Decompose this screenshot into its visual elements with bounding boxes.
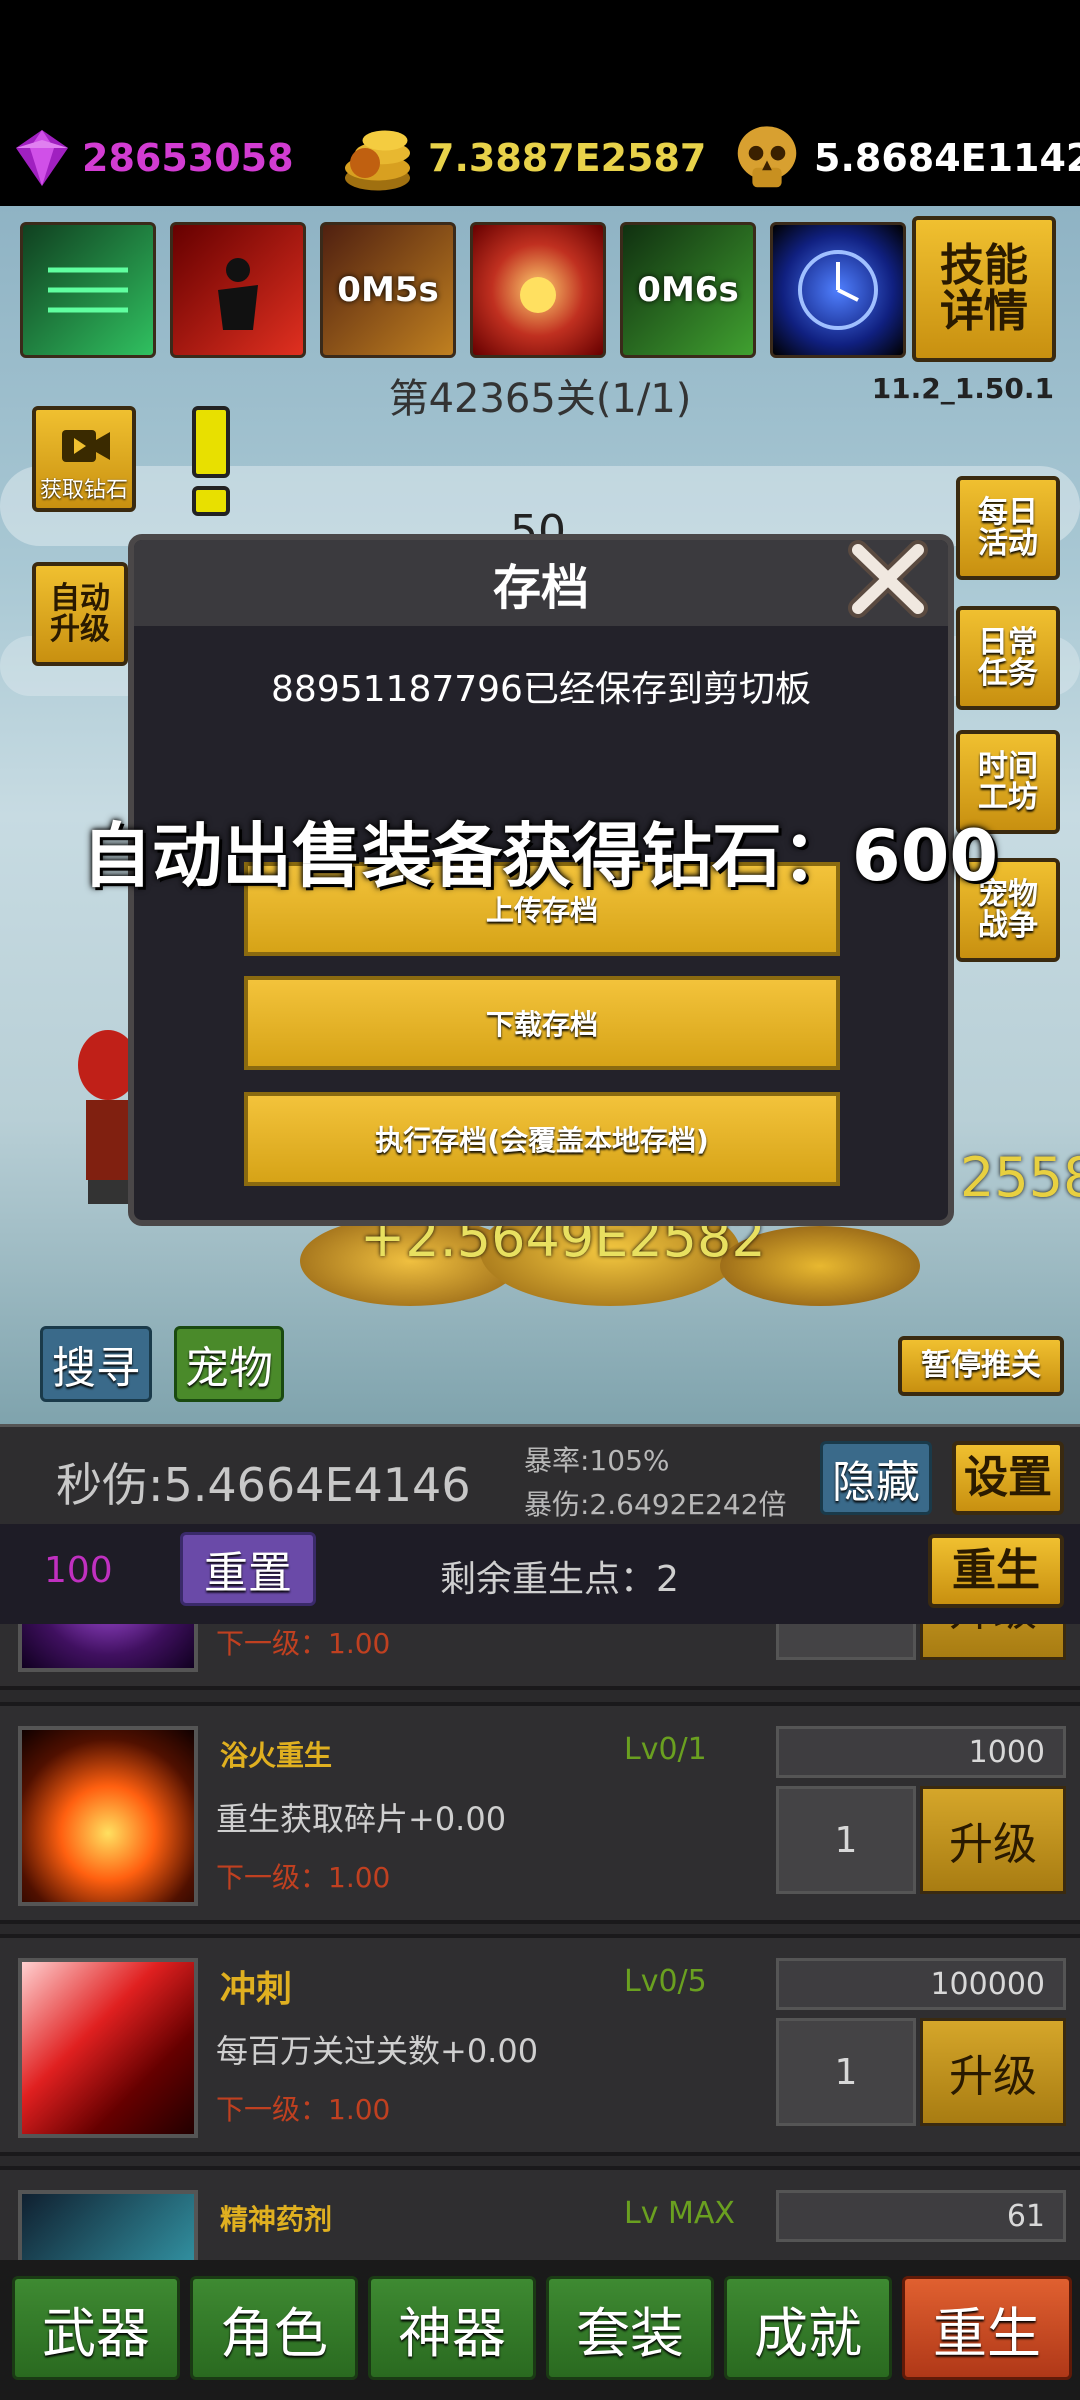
daily-task-button[interactable]: 日常 任务 xyxy=(956,606,1060,710)
dialog-title: 存档 xyxy=(134,540,948,626)
get-gems-button[interactable]: 获取钻石 xyxy=(32,406,136,512)
tab-weapons[interactable]: 武器 xyxy=(12,2276,180,2380)
item-cost: 100000 xyxy=(776,1958,1066,2010)
item-image xyxy=(18,1624,198,1672)
list-item: 浴火重生 Lv0/1 重生获取碎片+0.00 下一级：1.00 1000 1 升… xyxy=(0,1702,1080,1924)
item-name: 浴火重生 xyxy=(220,1739,333,1772)
gem-amount: 28653058 xyxy=(82,136,294,180)
skill-slot-fire-body[interactable] xyxy=(470,222,606,358)
next-level-label: 下一级：1.00 xyxy=(216,1861,391,1894)
upgrade-button[interactable]: 升级 xyxy=(920,1786,1066,1894)
item-cost: 1000 xyxy=(776,1726,1066,1778)
video-camera-icon xyxy=(62,430,110,462)
list-item: 冲刺 Lv0/5 每百万关过关数+0.00 下一级：1.00 100000 1 … xyxy=(0,1934,1080,2156)
gem-counter: 28653058 xyxy=(10,130,294,186)
remaining-points: 剩余重生点：2 xyxy=(440,1559,679,1600)
skill-timer: 0M5s xyxy=(337,270,439,310)
item-description: 重生获取碎片+0.00 xyxy=(216,1800,507,1838)
skill-timer: 0M6s xyxy=(637,270,739,310)
skill-slot-bow[interactable]: 0M6s xyxy=(620,222,756,358)
tab-achievements[interactable]: 成就 xyxy=(724,2276,892,2380)
item-level: Lv0/5 xyxy=(624,1964,707,1999)
gold-counter: 7.3887E2587 xyxy=(340,130,707,191)
stats-bar: 秒伤:5.4664E4146 暴率:105% 暴伤:2.6492E242倍 隐藏… xyxy=(0,1424,1080,1524)
list-item: 精神药剂 Lv MAX 61 xyxy=(0,2166,1080,2260)
exclamation-icon xyxy=(186,406,236,516)
phoenix-rebirth-image xyxy=(18,1726,198,1906)
pause-push-button[interactable]: 暂停推关 xyxy=(898,1336,1064,1396)
auto-upgrade-button[interactable]: 自动 升级 xyxy=(32,562,128,666)
upgrade-button[interactable]: 升级 xyxy=(920,1624,1066,1660)
settings-button[interactable]: 设置 xyxy=(952,1441,1064,1515)
gold-amount: 7.3887E2587 xyxy=(428,136,707,180)
tab-character[interactable]: 角色 xyxy=(190,2276,358,2380)
tab-artifacts[interactable]: 神器 xyxy=(368,2276,536,2380)
tab-sets[interactable]: 套装 xyxy=(546,2276,714,2380)
spirit-potion-image xyxy=(18,2190,198,2260)
skill-slot-stars[interactable]: 0M5s xyxy=(320,222,456,358)
reborn-button[interactable]: 重生 xyxy=(928,1534,1064,1608)
bottom-nav: 武器 角色 神器 套装 成就 重生 xyxy=(0,2260,1080,2400)
skill-slot-arrows[interactable] xyxy=(20,222,156,358)
toast-message: 自动出售装备获得钻石：600 xyxy=(81,815,999,897)
reborn-bar: 100 重置 剩余重生点：2 重生 xyxy=(0,1524,1080,1624)
dps-label: 秒伤:5.4664E4146 xyxy=(56,1458,471,1512)
reset-button[interactable]: 重置 xyxy=(180,1532,316,1606)
skill-detail-button[interactable]: 技能 详情 xyxy=(912,216,1056,362)
item-cost: 61 xyxy=(776,2190,1066,2242)
skull-amount: 5.8684E1142 xyxy=(814,136,1080,180)
item-level: Lv0/1 xyxy=(624,1732,707,1767)
close-icon xyxy=(848,540,928,618)
next-level-label: 下一级：1.00 xyxy=(216,2093,391,2126)
crit-rate-label: 暴率:105% xyxy=(524,1444,670,1477)
skull-counter: 5.8684E1142 xyxy=(728,126,1080,188)
dialog-message: 88951187796已经保存到剪切板 xyxy=(271,669,811,710)
golden-skull-icon xyxy=(737,126,797,188)
close-dialog-button[interactable] xyxy=(840,536,936,622)
gold-coins-icon xyxy=(345,130,410,191)
daily-event-button[interactable]: 每日 活动 xyxy=(956,476,1060,580)
quantity-field[interactable]: 1 xyxy=(776,2018,916,2126)
crit-damage-label: 暴伤:2.6492E242倍 xyxy=(524,1488,787,1521)
upgrade-button[interactable]: 升级 xyxy=(920,2018,1066,2126)
list-item: 下一级：1.00 0 升级 xyxy=(0,1624,1080,1690)
get-gems-label: 获取钻石 xyxy=(39,478,128,503)
arrows-skill-icon xyxy=(48,267,128,313)
reborn-count: 100 xyxy=(44,1550,113,1591)
warrior-skill-icon xyxy=(218,258,258,330)
reborn-skill-list: 下一级：1.00 0 升级 浴火重生 Lv0/1 重生获取碎片+0.00 下一级… xyxy=(0,1624,1080,2260)
item-name: 精神药剂 xyxy=(220,2203,333,2236)
tab-reborn[interactable]: 重生 xyxy=(902,2276,1072,2380)
next-level-label: 下一级：1.00 xyxy=(216,1627,391,1660)
gem-icon xyxy=(16,130,68,186)
item-name: 冲刺 xyxy=(220,1969,293,2010)
fire-body-skill-icon xyxy=(520,277,556,313)
download-save-button[interactable]: 下载存档 xyxy=(244,976,840,1070)
game-screen: 28653058 7.3887E2587 5.8684E1142 0M5s 0M… xyxy=(0,0,1080,2400)
quantity-field[interactable]: 1 xyxy=(776,1786,916,1894)
quantity-field[interactable]: 0 xyxy=(776,1624,916,1660)
item-description: 每百万关过关数+0.00 xyxy=(216,2032,539,2070)
damage-number: 25582 xyxy=(960,1146,1080,1209)
skill-slot-clock[interactable] xyxy=(770,222,906,358)
clock-skill-icon xyxy=(798,250,878,330)
execute-save-button[interactable]: 执行存档(会覆盖本地存档) xyxy=(244,1092,840,1186)
pet-button[interactable]: 宠物 xyxy=(174,1326,284,1402)
dash-image xyxy=(18,1958,198,2138)
search-button[interactable]: 搜寻 xyxy=(40,1326,152,1402)
hide-button[interactable]: 隐藏 xyxy=(820,1441,932,1515)
version-label: 11.2_1.50.1 xyxy=(871,372,1054,405)
item-level: Lv MAX xyxy=(624,2196,735,2231)
skill-slot-warrior[interactable] xyxy=(170,222,306,358)
